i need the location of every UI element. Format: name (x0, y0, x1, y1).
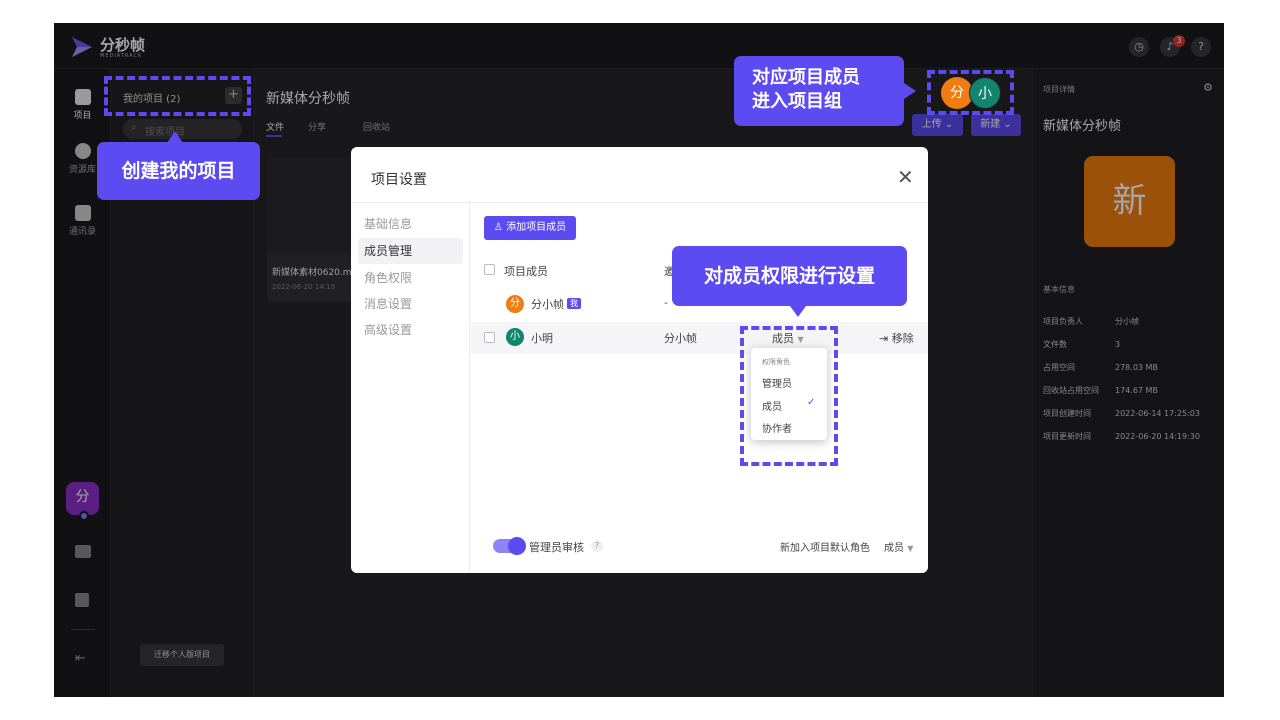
add-user-icon: ♙ (493, 222, 503, 233)
member-inviter: - (664, 296, 668, 309)
settings-nav: 基础信息 成员管理 角色权限 消息设置 高级设置 (351, 203, 470, 573)
add-member-label: 添加项目成员 (506, 222, 567, 233)
callout-line: 对应项目成员 (752, 67, 860, 88)
nav-member-management[interactable]: 成员管理 (358, 238, 463, 264)
help-icon[interactable]: ? (591, 540, 603, 552)
default-role-label: 新加入项目默认角色 (780, 543, 870, 554)
avatar: 小 (506, 328, 524, 346)
modal-title: 项目设置 (371, 172, 427, 188)
nav-message-settings[interactable]: 消息设置 (358, 291, 463, 317)
callout-pointer (790, 306, 806, 317)
nav-role-permissions[interactable]: 角色权限 (358, 265, 463, 291)
me-badge: 我 (567, 298, 581, 309)
highlight-box (927, 70, 1014, 115)
col-header-member: 项目成员 (504, 265, 548, 278)
add-member-button[interactable]: ♙ 添加项目成员 (484, 216, 576, 240)
remove-label: 移除 (891, 332, 914, 345)
avatar: 分 (506, 295, 524, 313)
nav-advanced-settings[interactable]: 高级设置 (358, 317, 463, 343)
highlight-box (104, 76, 251, 116)
callout-line: 进入项目组 (752, 91, 842, 112)
toggle-knob (508, 537, 526, 555)
member-name: 分小帧 (531, 298, 564, 311)
row-checkbox[interactable] (484, 332, 495, 343)
callout-create-project: 创建我的项目 (97, 142, 260, 200)
chevron-down-icon: ▼ (907, 544, 914, 553)
nav-basic-info[interactable]: 基础信息 (358, 211, 463, 237)
close-icon[interactable]: ✕ (897, 165, 914, 189)
member-inviter: 分小帧 (664, 332, 697, 345)
remove-member-button[interactable]: ⇥ 移除 (879, 330, 914, 346)
project-settings-modal: 项目设置 ✕ 基础信息 成员管理 角色权限 消息设置 高级设置 ♙ 添加项目成员… (351, 147, 928, 573)
callout-pointer (904, 83, 916, 99)
highlight-box (740, 326, 838, 466)
callout-members: 对应项目成员 进入项目组 (734, 56, 904, 126)
default-role-select[interactable]: 成员 ▼ (884, 539, 913, 554)
logout-icon: ⇥ (879, 332, 889, 345)
member-name: 小明 (531, 332, 553, 345)
callout-permissions: 对成员权限进行设置 (672, 246, 907, 306)
select-all-checkbox[interactable] (484, 264, 495, 275)
admin-review-label: 管理员审核 (529, 541, 584, 554)
app-window: 分秒帧 MEDIATRACK ◷ ♪ 3 ? 项目 资源库 通讯录 分 ⇤ 我的… (54, 23, 1224, 697)
callout-pointer (167, 131, 183, 143)
default-role-value: 成员 (884, 543, 904, 554)
